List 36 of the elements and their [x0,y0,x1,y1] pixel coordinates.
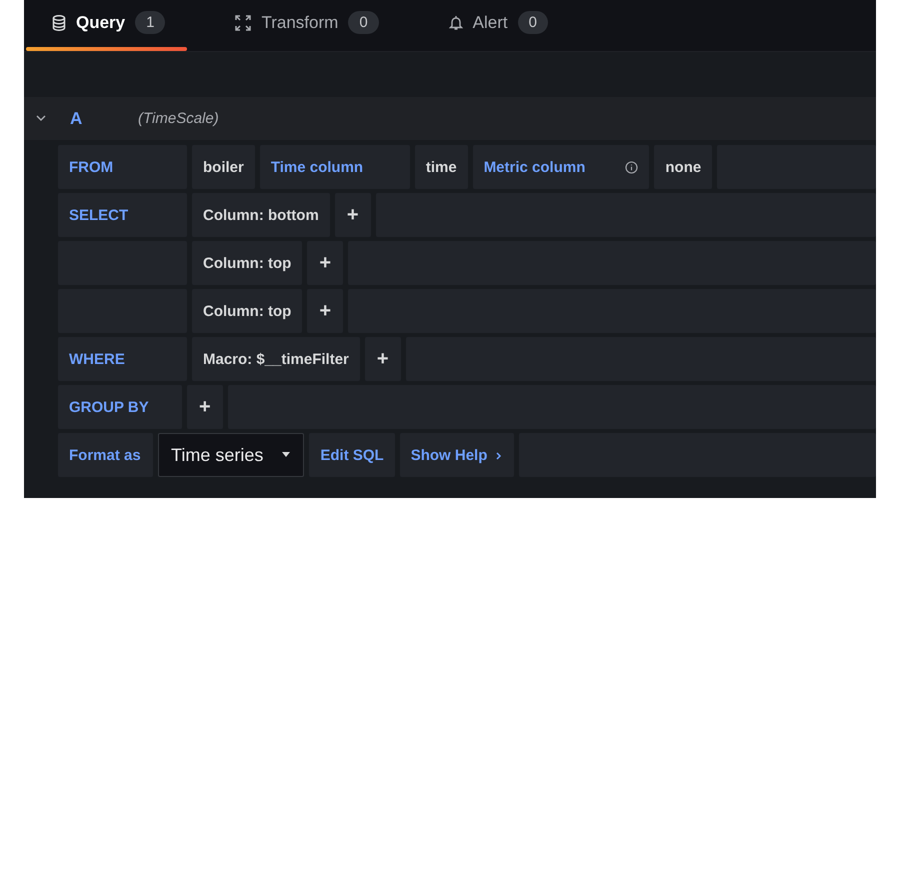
query-part[interactable]: Column: top [192,241,302,285]
query-part[interactable]: time [414,145,468,189]
expand-arrows-icon [235,14,252,30]
add-button[interactable]: + [364,337,401,381]
field-label: Metric column [472,145,650,189]
edit-sql-button[interactable]: Edit SQL [309,433,395,477]
count-badge: 0 [348,11,379,34]
format-dropdown[interactable]: Time series [158,433,304,477]
tab[interactable]: Transform 0 [209,0,401,51]
field-label: Time column [260,145,410,189]
show-help-button[interactable]: Show Help [400,433,514,477]
query-part[interactable]: none [654,145,712,189]
add-button[interactable]: + [307,241,343,285]
count-badge: 0 [518,11,548,34]
query-part[interactable]: Macro: $__timeFilter [192,337,360,381]
clause-label: GROUP BY [58,385,182,429]
datasource-name: (TimeScale) [138,110,219,127]
clause-label: Format as [58,433,153,477]
info-icon[interactable] [625,160,638,174]
chevron-icon[interactable] [36,115,46,122]
query-part[interactable]: Column: bottom [192,193,330,237]
clause-label: WHERE [58,337,187,381]
caret-icon [281,452,292,458]
tab[interactable]: Query 1 [26,0,188,51]
database-icon [52,14,66,30]
add-button[interactable]: + [187,385,223,429]
clause-label: FROM [58,145,187,189]
query-name[interactable]: A [70,108,138,128]
query-part[interactable]: Column: top [192,289,302,333]
add-button[interactable]: + [334,193,370,237]
bell-icon [448,14,463,30]
add-button[interactable]: + [307,289,343,333]
count-badge: 1 [135,11,166,34]
query-part[interactable]: boiler [192,145,255,189]
clause-label: SELECT [58,193,187,237]
tab[interactable]: Alert 0 [422,0,570,51]
